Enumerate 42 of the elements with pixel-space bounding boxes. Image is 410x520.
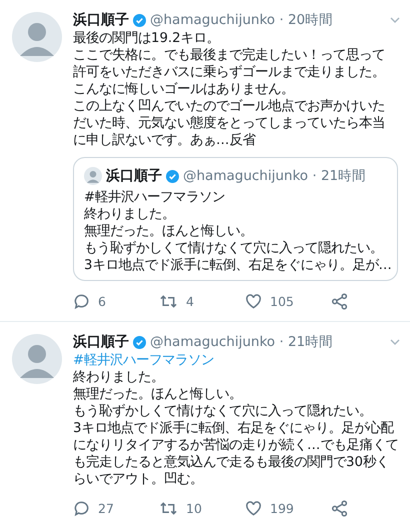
tweet-text: に申し訳ないです。あぁ…反省	[73, 132, 257, 149]
tweet-text: も完走したると意気込んで走るも最後の関門で30秒く	[73, 454, 390, 471]
tweet-text: になりリタイアするか苦悩の走りが続く…でも足痛くて	[73, 437, 400, 454]
retweet-icon[interactable]	[159, 292, 178, 310]
quoted-tweet[interactable]: 浜口順子 @hamaguchijunko · 21時間 #軽井沢ハーフマラソン 終わりました。 無理だった。ほんと悔しい。 もう恥ずかしくて情けなくて穴に入って隠れたい。 3キロ地点でド派手に転倒、右足をぐにゃり。足が…	[73, 157, 398, 281]
tweet-text: もう恥ずかしくて情けなくて穴に入って隠れたい。	[84, 240, 384, 257]
heart-icon[interactable]	[245, 292, 262, 310]
reply-count: 27	[98, 500, 114, 516]
share-icon[interactable]	[331, 500, 348, 516]
tweet-text: 3キロ地点でド派手に転倒、右足をぐにゃり。足が心配	[73, 420, 395, 437]
retweet-count: 10	[186, 500, 202, 516]
tweet-text: 許可をいただきバスに乗らずゴールまで走りました。	[73, 64, 386, 81]
avatar[interactable]	[84, 167, 102, 185]
tweet-text: らいでアウト。凹む。	[73, 471, 204, 488]
tweet-text: こんなに悔しいゴールはありません。	[73, 81, 295, 98]
tweet-text: #軽井沢ハーフマラソン	[84, 189, 226, 206]
tweet-text: 無理だった。ほんと悔しい。	[84, 223, 254, 240]
reply-icon[interactable]	[73, 500, 90, 516]
avatar[interactable]	[12, 334, 62, 384]
avatar[interactable]	[12, 12, 62, 62]
tweet-meta: @hamaguchijunko · 21時間	[150, 333, 334, 351]
tweet-text: 終わりました。	[73, 369, 165, 386]
tweet-meta: @hamaguchijunko · 21時間	[183, 167, 366, 185]
like-count: 199	[270, 500, 294, 516]
tweet-text: 最後の関門は19.2キロ。	[73, 30, 221, 47]
tweet-text: もう恥ずかしくて情けなくて穴に入って隠れたい。	[73, 403, 373, 420]
share-icon[interactable]	[331, 292, 348, 310]
reply-count: 6	[98, 294, 106, 308]
tweet-text: だいた時、元気ない態度をとってしまっていたら本当	[73, 115, 386, 132]
author-name[interactable]: 浜口順子	[73, 11, 129, 29]
retweet-icon[interactable]	[159, 500, 178, 516]
reply-icon[interactable]	[73, 292, 90, 310]
tweet-text: この上なく凹んでいたのでゴール地点でお声かけいた	[73, 98, 386, 115]
tweet-text: 終わりました。	[84, 206, 176, 223]
like-count: 105	[270, 294, 294, 308]
author-name[interactable]: 浜口順子	[106, 167, 162, 185]
retweet-count: 4	[186, 294, 194, 308]
tweet-text: ここで失格に。でも最後まで完走したい！って思って	[73, 47, 386, 64]
author-name[interactable]: 浜口順子	[73, 333, 129, 351]
tweet-text: 無理だった。ほんと悔しい。	[73, 386, 242, 403]
heart-icon[interactable]	[245, 500, 262, 516]
tweet-meta: @hamaguchijunko · 20時間	[150, 11, 334, 29]
